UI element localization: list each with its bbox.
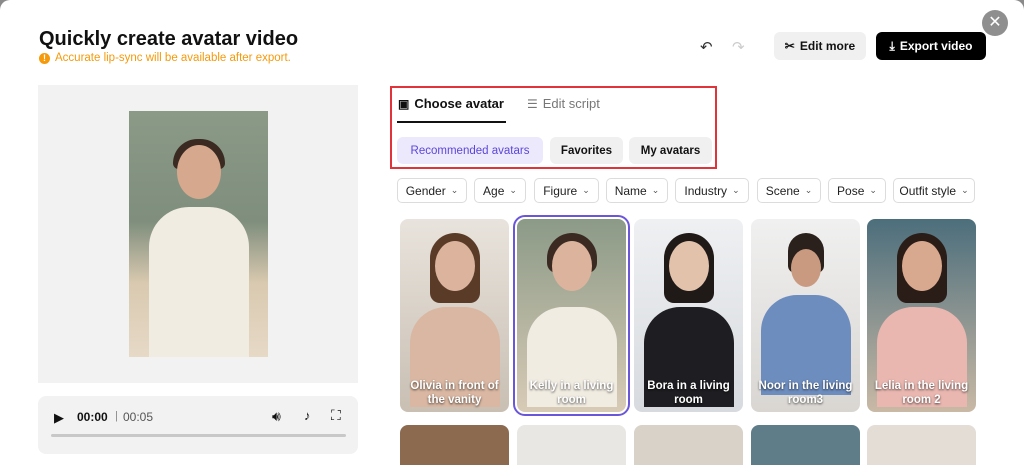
current-time: 00:00 — [77, 410, 108, 424]
filter-name[interactable]: Name ⌄ — [606, 178, 668, 203]
chevron-down-icon: ⌄ — [869, 185, 877, 195]
avatar-face — [552, 241, 592, 291]
filter-scene[interactable]: Scene ⌄ — [757, 178, 821, 203]
progress-bar[interactable] — [51, 434, 346, 437]
avatar-video-dialog: ✕ Quickly create avatar video ! Accurate… — [0, 0, 1024, 474]
avatar-preview-image — [129, 111, 268, 357]
page-title: Quickly create avatar video — [39, 28, 299, 50]
avatar-card-partial[interactable] — [751, 425, 860, 465]
chevron-down-icon: ⌄ — [582, 185, 590, 195]
warning-text: Accurate lip-sync will be available afte… — [55, 52, 291, 64]
avatar-face — [435, 241, 475, 291]
script-icon: ☰ — [527, 96, 538, 111]
chevron-down-icon: ⌄ — [651, 185, 660, 195]
time-separator: | — [115, 410, 118, 422]
filter-label: Age — [483, 183, 505, 198]
avatar-card-partial[interactable] — [867, 425, 976, 465]
avatar-face — [177, 145, 221, 199]
my-avatars-chip[interactable]: My avatars — [629, 137, 712, 164]
filter-label: Gender — [405, 183, 446, 198]
edit-more-label: Edit more — [799, 39, 856, 53]
avatar-body — [149, 207, 249, 357]
filter-label: Industry — [684, 183, 728, 198]
filter-label: Outfit style — [899, 183, 957, 198]
avatar-name: Kelly in a living room — [529, 380, 614, 406]
chevron-down-icon: ⌄ — [961, 185, 969, 195]
tab-choose-avatar-label: Choose avatar — [414, 96, 504, 111]
avatar-face — [791, 249, 821, 287]
filter-label: Pose — [837, 183, 865, 198]
fullscreen-icon[interactable]: ⛶ — [331, 407, 341, 424]
undo-icon[interactable]: ↶ — [700, 38, 713, 56]
edit-more-button[interactable]: ✂ Edit more — [774, 32, 866, 60]
chevron-down-icon: ⌄ — [732, 185, 740, 195]
chevron-down-icon: ⌄ — [509, 185, 517, 195]
filter-outfit-style[interactable]: Outfit style ⌄ — [893, 178, 975, 203]
avatar-card-partial[interactable] — [517, 425, 626, 465]
chevron-down-icon: ⌄ — [804, 185, 813, 195]
avatar-card-noor[interactable]: Noor in the living room3 — [751, 219, 860, 412]
download-icon: ⤓ — [889, 38, 895, 53]
active-tab-indicator — [397, 121, 506, 123]
avatar-card-partial[interactable] — [634, 425, 743, 465]
close-icon[interactable]: ✕ — [982, 10, 1008, 36]
avatar-card-bora[interactable]: Bora in a living room — [634, 219, 743, 412]
tab-edit-script-label: Edit script — [542, 96, 600, 111]
tab-edit-script[interactable]: ☰ Edit script — [527, 96, 600, 111]
avatar-name: Bora in a living room — [647, 380, 730, 406]
filter-figure[interactable]: Figure ⌄ — [534, 178, 599, 203]
total-time: 00:05 — [123, 410, 154, 424]
avatar-name: Olivia in front of the vanity — [410, 380, 499, 406]
volume-icon[interactable]: 🔊︎ — [272, 408, 281, 425]
recommended-avatars-chip[interactable]: Recommended avatars — [397, 137, 543, 164]
filter-label: Figure — [543, 183, 578, 198]
info-icon: ! — [39, 52, 50, 64]
avatar-card-kelly[interactable]: Kelly in a living room — [513, 215, 630, 416]
export-video-button[interactable]: ⤓ Export video — [876, 32, 986, 60]
filter-gender[interactable]: Gender ⌄ — [397, 178, 467, 203]
video-preview — [38, 85, 358, 383]
lipsync-warning: ! Accurate lip-sync will be available af… — [39, 52, 291, 64]
avatar-name: Noor in the living room3 — [758, 380, 853, 406]
tab-choose-avatar[interactable]: ▣ Choose avatar — [398, 96, 504, 111]
avatar-card-olivia[interactable]: Olivia in front of the vanity — [400, 219, 509, 412]
avatar-icon: ▣ — [398, 96, 410, 111]
filter-label: Scene — [765, 183, 800, 198]
scissors-icon: ✂ — [784, 39, 795, 53]
play-icon[interactable]: ▶ — [54, 410, 64, 426]
filter-pose[interactable]: Pose ⌄ — [828, 178, 886, 203]
filter-label: Name — [614, 183, 647, 198]
redo-icon[interactable]: ↷ — [732, 38, 745, 56]
video-player-controls: ▶ 00:00 | 00:05 🔊︎ ♪ ⛶ — [38, 396, 358, 454]
avatar-card-partial[interactable] — [400, 425, 509, 465]
avatar-face — [902, 241, 942, 291]
avatar-name: Lelia in the living room 2 — [874, 380, 969, 406]
chevron-down-icon: ⌄ — [450, 185, 459, 195]
export-video-label: Export video — [899, 39, 973, 53]
filter-age[interactable]: Age ⌄ — [474, 178, 526, 203]
favorites-chip[interactable]: Favorites — [550, 137, 623, 164]
tiktok-icon[interactable]: ♪ — [304, 408, 311, 423]
filter-industry[interactable]: Industry ⌄ — [675, 178, 749, 203]
avatar-face — [669, 241, 709, 291]
avatar-card-lelia[interactable]: Lelia in the living room 2 — [867, 219, 976, 412]
